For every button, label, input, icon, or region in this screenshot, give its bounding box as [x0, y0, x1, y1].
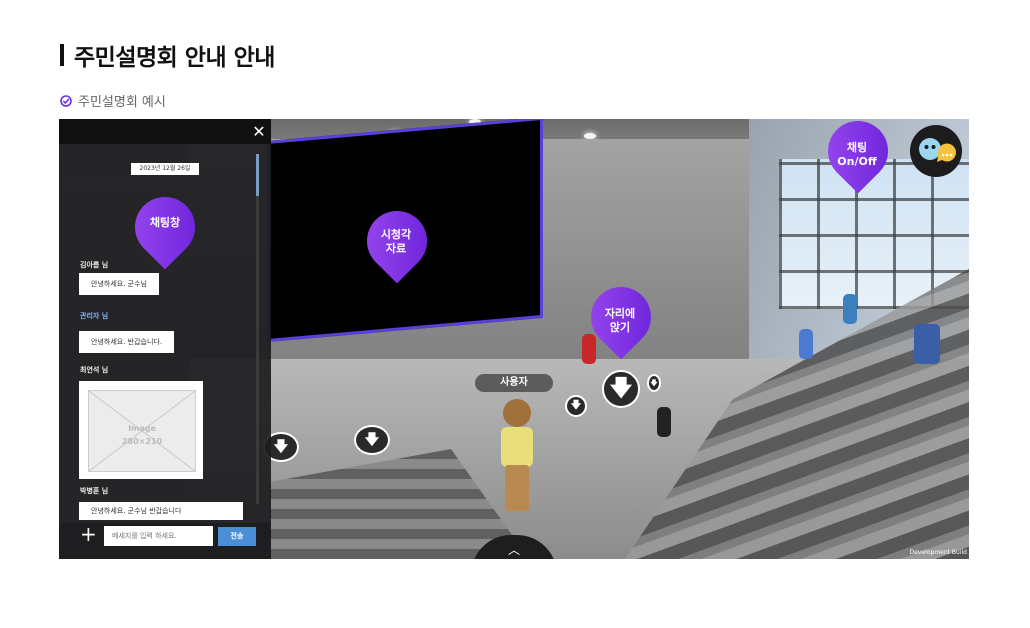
chat-scrollbar-thumb[interactable]	[256, 154, 259, 196]
avatar-seated	[843, 294, 857, 324]
image-placeholder: Image 280×210	[88, 390, 196, 472]
user-name-tag: 사용자	[475, 374, 553, 392]
chat-message: 안녕하세요. 군수님 반갑습니다	[79, 502, 243, 520]
callout-av-material-line2: 자료	[385, 242, 407, 255]
chat-sender: 박병훈 님	[80, 487, 109, 495]
chat-scrollbar-track[interactable]	[256, 154, 259, 504]
send-button[interactable]: 전송	[218, 527, 256, 546]
user-avatar-legs	[505, 465, 529, 511]
subtitle: 주민설명회 예시	[60, 91, 166, 110]
callout-av-material-line1: 시청각	[380, 228, 412, 241]
callout-chat-toggle-line2: On/Off	[837, 155, 877, 168]
meeting-3d-viewport[interactable]: 사용자 🡇 🡇 🡇 🡇 🡇 시청각 자료 자리에 앉기 채팅 On/Off ︿ …	[59, 119, 969, 559]
check-circle-icon	[60, 94, 72, 107]
user-avatar	[499, 399, 535, 511]
callout-chat-toggle: 채팅 On/Off	[817, 141, 897, 169]
chat-message-input[interactable]	[104, 526, 213, 546]
page-title: 주민설명회 안내 안내	[60, 38, 275, 72]
seat-arrow-icon[interactable]: 🡇	[602, 370, 640, 408]
chat-sender-admin: 관리자 님	[80, 312, 109, 320]
callout-chat-toggle-line1: 채팅	[846, 141, 868, 154]
chat-image-message[interactable]: Image 280×210	[79, 381, 203, 479]
avatar-seated	[657, 407, 671, 437]
chat-panel-header	[59, 119, 271, 144]
development-build-label: Development Build	[909, 549, 967, 556]
chat-bubble-icon	[919, 138, 956, 162]
callout-chat-window: 채팅창	[149, 216, 181, 229]
callout-sit-line1: 자리에	[604, 307, 636, 320]
chat-message: 안녕하세요. 군수님	[79, 273, 159, 295]
avatar-red-presenter	[582, 334, 596, 364]
user-avatar-head	[503, 399, 531, 427]
image-placeholder-label: Image	[128, 424, 156, 433]
subtitle-text: 주민설명회 예시	[78, 95, 166, 110]
avatar-seated	[799, 329, 813, 359]
plus-icon[interactable]: +	[80, 524, 97, 544]
seat-arrow-icon[interactable]: 🡇	[354, 425, 390, 455]
close-icon[interactable]: ✕	[251, 124, 267, 140]
chat-sender: 최연석 님	[80, 366, 109, 374]
user-avatar-body	[501, 427, 533, 467]
chat-toggle-button[interactable]	[910, 125, 962, 177]
page-title-text: 주민설명회 안내 안내	[74, 45, 275, 71]
chevron-up-icon: ︿	[507, 543, 520, 557]
seat-arrow-icon[interactable]: 🡇	[647, 374, 661, 392]
image-placeholder-size: 280×210	[121, 437, 163, 446]
chat-sender: 김아름 님	[80, 261, 109, 269]
callout-sit-line2: 앉기	[609, 321, 631, 334]
chat-panel: ✕ 2023년 12월 26일 김아름 님 안녕하세요. 군수님 관리자 님 안…	[59, 119, 271, 559]
title-accent-bar	[60, 44, 64, 66]
avatar-seated	[914, 324, 940, 364]
callout-sit: 자리에 앉기	[580, 307, 660, 335]
seat-arrow-icon[interactable]: 🡇	[565, 395, 587, 417]
chat-message: 안녕하세요. 반갑습니다.	[79, 331, 175, 353]
chat-date-chip: 2023년 12월 26일	[131, 163, 199, 175]
callout-av-material: 시청각 자료	[356, 228, 436, 256]
